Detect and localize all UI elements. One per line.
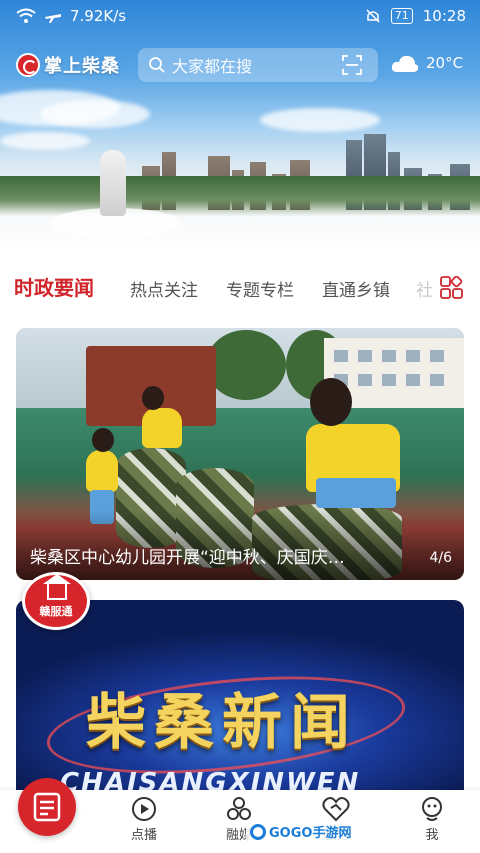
nav-me-label: 我	[425, 828, 439, 843]
gan-service-label: 赣服通	[39, 605, 73, 618]
top-bar: 掌上柴桑 大家都在搜 20°C	[0, 48, 480, 84]
header-banner	[0, 0, 480, 250]
logo-icon	[16, 53, 40, 77]
gan-service-button[interactable]: 赣服通	[22, 572, 90, 630]
home-news-icon	[33, 792, 61, 822]
tab-more-hidden[interactable]: 社	[416, 276, 433, 301]
tab-towns[interactable]: 直通乡镇	[322, 276, 390, 301]
tab-politics-news[interactable]: 时政要闻	[14, 272, 94, 301]
battery-indicator: 71	[390, 8, 413, 24]
nav-vod[interactable]: 点播	[114, 796, 174, 843]
wifi-icon	[16, 8, 36, 23]
tab-special-columns[interactable]: 专题专栏	[226, 276, 294, 301]
media-icon	[227, 797, 251, 820]
watermark-logo-icon	[250, 823, 266, 840]
app-name: 掌上柴桑	[44, 56, 120, 77]
nav-me[interactable]: 我	[402, 796, 462, 843]
carousel-pager: 4/6	[429, 550, 452, 566]
clock: 10:28	[422, 7, 466, 25]
news-banner-card[interactable]: 柴桑新闻 CHAISANGXINWEN	[16, 600, 464, 800]
statue-image	[100, 150, 126, 216]
status-bar: 7.92K/s 71 10:28	[0, 0, 480, 34]
carousel-caption: 柴桑区中心幼儿园开展“迎中秋、庆国庆…	[30, 548, 345, 568]
user-icon	[422, 797, 442, 821]
category-tabs: 时政要闻 热点关注 专题专栏 直通乡镇 社	[0, 268, 480, 308]
category-grid-icon[interactable]	[440, 276, 464, 300]
handshake-icon	[322, 797, 350, 822]
cloud-icon	[391, 55, 419, 72]
house-icon	[43, 574, 71, 600]
watermark-text: GOGO手游网	[269, 826, 352, 841]
tab-hot-topics[interactable]: 热点关注	[130, 276, 198, 301]
play-icon	[132, 797, 156, 821]
mute-bell-icon	[366, 9, 380, 23]
carousel-slide[interactable]: 柴桑区中心幼儿园开展“迎中秋、庆国庆… 4/6	[16, 328, 464, 580]
network-speed: 7.92K/s	[70, 7, 127, 25]
watermark: GOGO手游网	[246, 822, 356, 841]
temperature: 20°C	[426, 54, 464, 72]
airplane-icon	[45, 14, 61, 23]
nav-vod-label: 点播	[130, 828, 157, 843]
search-bar[interactable]: 大家都在搜	[138, 48, 378, 82]
news-banner-title: 柴桑新闻	[86, 688, 358, 758]
nav-home-button[interactable]	[18, 778, 76, 836]
search-icon	[149, 57, 165, 73]
weather-widget[interactable]: 20°C	[390, 52, 463, 74]
scan-icon[interactable]	[342, 55, 362, 75]
bottom-nav: 点播 融媒 服务 我	[0, 778, 480, 853]
app-logo: 掌上柴桑	[16, 52, 120, 78]
search-placeholder: 大家都在搜	[172, 57, 253, 76]
